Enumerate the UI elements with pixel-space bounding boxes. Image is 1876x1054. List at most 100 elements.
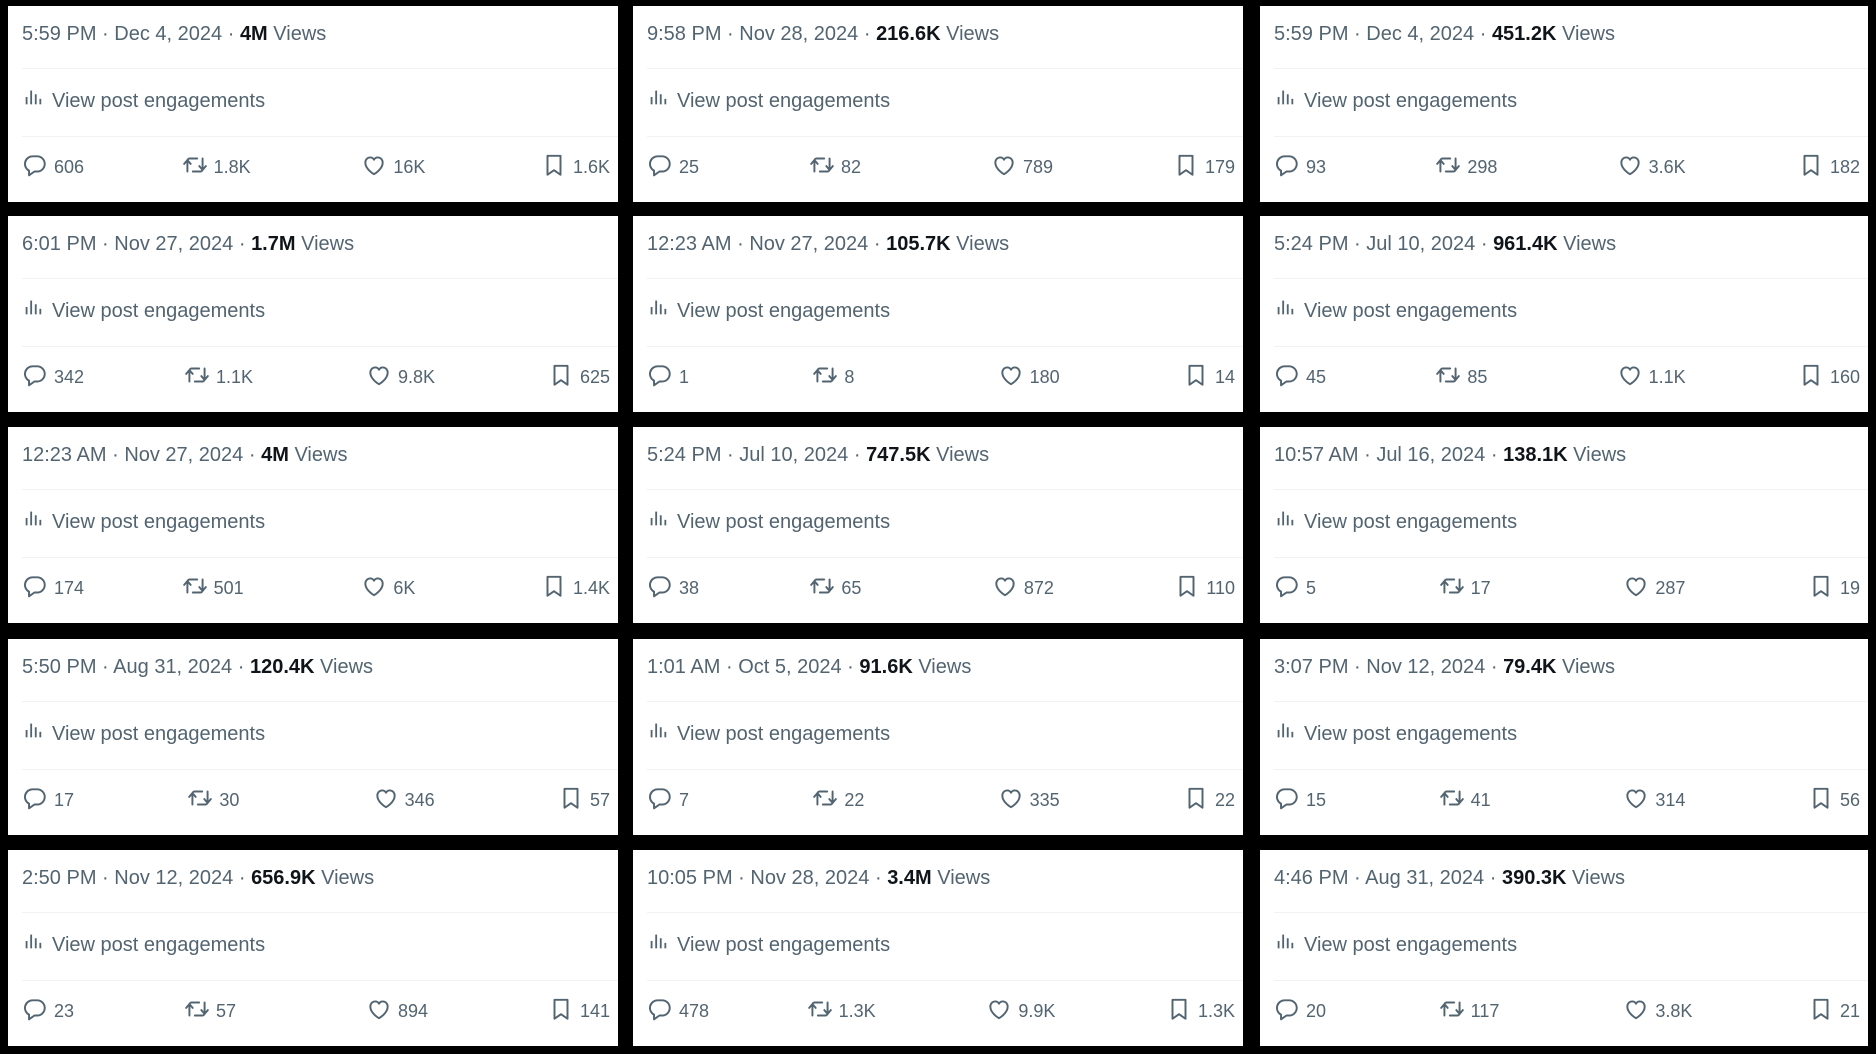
reply-button[interactable]: 23 xyxy=(22,996,132,1027)
repost-button[interactable]: 17 xyxy=(1439,573,1569,604)
reply-button[interactable]: 342 xyxy=(22,362,132,393)
like-button[interactable]: 9.9K xyxy=(986,996,1116,1027)
bookmark-button[interactable]: 1.4K xyxy=(541,573,610,604)
view-engagements-link[interactable]: View post engagements xyxy=(22,930,606,960)
view-engagements-link[interactable]: View post engagements xyxy=(647,507,1231,537)
repost-button[interactable]: 1.1K xyxy=(184,362,314,393)
bookmark-button[interactable]: 57 xyxy=(558,785,610,816)
reply-button[interactable]: 45 xyxy=(1274,362,1384,393)
like-button[interactable]: 287 xyxy=(1623,573,1753,604)
bookmark-button[interactable]: 56 xyxy=(1808,785,1860,816)
view-engagements-link[interactable]: View post engagements xyxy=(1274,930,1856,960)
like-button[interactable]: 9.8K xyxy=(366,362,496,393)
post-date[interactable]: Aug 31, 2024 xyxy=(113,656,232,678)
bookmark-button[interactable]: 160 xyxy=(1798,362,1860,393)
post-date[interactable]: Nov 27, 2024 xyxy=(749,233,868,255)
post-date[interactable]: Jul 10, 2024 xyxy=(1366,233,1475,255)
bookmark-button[interactable]: 1.6K xyxy=(541,152,610,183)
post-date[interactable]: Dec 4, 2024 xyxy=(114,23,222,45)
post-date[interactable]: Oct 5, 2024 xyxy=(738,656,841,678)
bookmark-button[interactable]: 141 xyxy=(548,996,610,1027)
like-button[interactable]: 872 xyxy=(992,573,1122,604)
repost-button[interactable]: 41 xyxy=(1439,785,1569,816)
bookmark-button[interactable]: 21 xyxy=(1808,996,1860,1027)
bookmark-button[interactable]: 19 xyxy=(1808,573,1860,604)
view-engagements-link[interactable]: View post engagements xyxy=(22,719,606,749)
like-button[interactable]: 335 xyxy=(998,785,1128,816)
reply-button[interactable]: 478 xyxy=(647,996,757,1027)
post-date[interactable]: Nov 12, 2024 xyxy=(1366,656,1485,678)
post-date[interactable]: Nov 27, 2024 xyxy=(124,444,243,466)
repost-button[interactable]: 65 xyxy=(809,573,939,604)
reply-button[interactable]: 25 xyxy=(647,152,757,183)
view-engagements-link[interactable]: View post engagements xyxy=(647,296,1231,326)
view-engagements-link[interactable]: View post engagements xyxy=(22,507,606,537)
view-engagements-link[interactable]: View post engagements xyxy=(1274,507,1856,537)
view-engagements-link[interactable]: View post engagements xyxy=(1274,86,1856,116)
reply-button[interactable]: 20 xyxy=(1274,996,1384,1027)
view-engagements-link[interactable]: View post engagements xyxy=(647,930,1231,960)
repost-button[interactable]: 298 xyxy=(1435,152,1565,183)
post-time[interactable]: 5:24 PM xyxy=(1274,233,1348,255)
bookmark-button[interactable]: 110 xyxy=(1174,573,1235,604)
post-time[interactable]: 5:59 PM xyxy=(1274,23,1348,45)
reply-button[interactable]: 7 xyxy=(647,785,757,816)
like-button[interactable]: 3.6K xyxy=(1617,152,1747,183)
like-button[interactable]: 346 xyxy=(373,785,503,816)
repost-button[interactable]: 57 xyxy=(184,996,314,1027)
post-time[interactable]: 1:01 AM xyxy=(647,656,720,678)
like-button[interactable]: 3.8K xyxy=(1623,996,1753,1027)
post-date[interactable]: Jul 16, 2024 xyxy=(1376,444,1485,466)
view-engagements-link[interactable]: View post engagements xyxy=(1274,719,1856,749)
like-button[interactable]: 789 xyxy=(991,152,1121,183)
reply-button[interactable]: 1 xyxy=(647,362,757,393)
post-date[interactable]: Jul 10, 2024 xyxy=(739,444,848,466)
like-button[interactable]: 1.1K xyxy=(1617,362,1747,393)
view-engagements-link[interactable]: View post engagements xyxy=(647,86,1231,116)
bookmark-button[interactable]: 14 xyxy=(1183,362,1235,393)
reply-button[interactable]: 93 xyxy=(1274,152,1384,183)
like-button[interactable]: 16K xyxy=(361,152,491,183)
post-time[interactable]: 10:57 AM xyxy=(1274,444,1359,466)
view-engagements-link[interactable]: View post engagements xyxy=(22,296,606,326)
repost-button[interactable]: 22 xyxy=(812,785,942,816)
repost-button[interactable]: 117 xyxy=(1439,996,1569,1027)
reply-button[interactable]: 38 xyxy=(647,573,757,604)
reply-button[interactable]: 15 xyxy=(1274,785,1384,816)
post-date[interactable]: Nov 27, 2024 xyxy=(114,233,233,255)
post-date[interactable]: Aug 31, 2024 xyxy=(1365,867,1484,889)
view-engagements-link[interactable]: View post engagements xyxy=(22,86,606,116)
repost-button[interactable]: 8 xyxy=(812,362,942,393)
like-button[interactable]: 6K xyxy=(361,573,491,604)
post-time[interactable]: 12:23 AM xyxy=(647,233,732,255)
post-time[interactable]: 3:07 PM xyxy=(1274,656,1348,678)
bookmark-button[interactable]: 182 xyxy=(1798,152,1860,183)
repost-button[interactable]: 30 xyxy=(187,785,317,816)
post-time[interactable]: 10:05 PM xyxy=(647,867,733,889)
post-time[interactable]: 5:59 PM xyxy=(22,23,96,45)
like-button[interactable]: 314 xyxy=(1623,785,1753,816)
bookmark-button[interactable]: 625 xyxy=(548,362,610,393)
post-time[interactable]: 5:24 PM xyxy=(647,444,721,466)
post-date[interactable]: Dec 4, 2024 xyxy=(1366,23,1474,45)
bookmark-button[interactable]: 22 xyxy=(1183,785,1235,816)
post-time[interactable]: 12:23 AM xyxy=(22,444,107,466)
reply-button[interactable]: 174 xyxy=(22,573,132,604)
bookmark-button[interactable]: 179 xyxy=(1173,152,1235,183)
repost-button[interactable]: 1.8K xyxy=(182,152,312,183)
reply-button[interactable]: 5 xyxy=(1274,573,1384,604)
repost-button[interactable]: 82 xyxy=(809,152,939,183)
post-time[interactable]: 5:50 PM xyxy=(22,656,96,678)
post-time[interactable]: 9:58 PM xyxy=(647,23,721,45)
view-engagements-link[interactable]: View post engagements xyxy=(1274,296,1856,326)
repost-button[interactable]: 1.3K xyxy=(807,996,937,1027)
post-date[interactable]: Nov 12, 2024 xyxy=(114,867,233,889)
post-time[interactable]: 2:50 PM xyxy=(22,867,96,889)
reply-button[interactable]: 17 xyxy=(22,785,132,816)
post-date[interactable]: Nov 28, 2024 xyxy=(739,23,858,45)
repost-button[interactable]: 85 xyxy=(1435,362,1565,393)
post-time[interactable]: 4:46 PM xyxy=(1274,867,1348,889)
like-button[interactable]: 894 xyxy=(366,996,496,1027)
repost-button[interactable]: 501 xyxy=(182,573,312,604)
view-engagements-link[interactable]: View post engagements xyxy=(647,719,1231,749)
